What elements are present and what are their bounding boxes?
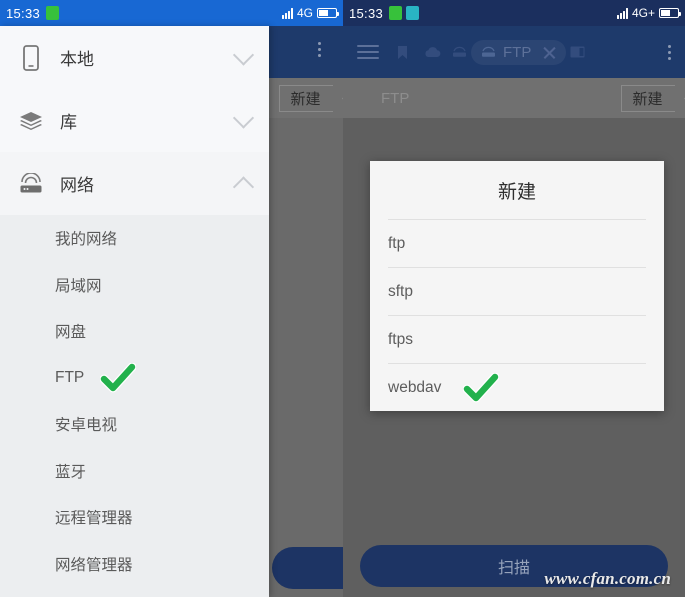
battery-icon — [317, 8, 339, 18]
tab-icon-strip — [397, 45, 467, 59]
list-item-label: 局域网 — [55, 277, 102, 295]
dialog-option-webdav[interactable]: webdav — [370, 364, 664, 411]
dialog-option-label: webdav — [388, 378, 442, 396]
list-item[interactable]: 远程管理器 — [0, 494, 269, 541]
overflow-menu-icon[interactable] — [668, 44, 671, 60]
qr-teal-icon — [406, 6, 420, 20]
drawer-group-label: 网络 — [60, 176, 94, 195]
router-icon — [16, 172, 46, 195]
dialog-title: 新建 — [497, 181, 536, 203]
left-status-right: 4G — [281, 6, 339, 20]
right-app-bar: FTP — [343, 26, 685, 78]
list-item[interactable]: 网络管理器 — [0, 541, 269, 588]
list-item[interactable]: 网盘 — [0, 308, 269, 355]
tab-ftp[interactable]: FTP — [471, 39, 567, 65]
dialog-option-label: ftp — [388, 234, 406, 252]
list-item[interactable]: 局域网 — [0, 262, 269, 309]
left-network-label: 4G — [296, 6, 313, 20]
chevron-down-icon — [232, 106, 255, 129]
chevron-up-icon — [232, 175, 255, 198]
breadcrumb[interactable]: FTP — [381, 90, 409, 107]
window-icon[interactable] — [570, 45, 586, 59]
shield-green-icon — [46, 6, 60, 20]
tab-ftp-label: FTP — [503, 43, 532, 61]
right-status-bar: 15:33 4G+ — [343, 0, 685, 26]
drawer-group-label: 库 — [60, 113, 77, 132]
check-mark-icon — [99, 362, 137, 393]
list-item-label: 网盘 — [55, 324, 87, 342]
layers-icon — [16, 111, 46, 131]
new-button[interactable]: 新建 — [621, 85, 675, 112]
hamburger-menu-icon[interactable] — [357, 45, 379, 59]
battery-icon — [659, 8, 681, 18]
new-button[interactable]: 新建 — [279, 85, 333, 112]
close-icon[interactable] — [542, 45, 557, 60]
right-network-label: 4G+ — [631, 6, 655, 20]
overflow-menu-icon[interactable] — [318, 42, 321, 57]
new-connection-dialog: 新建 ftp sftp ftps webdav — [370, 161, 664, 411]
list-item-label: 网络管理器 — [55, 556, 133, 574]
router-icon — [480, 45, 496, 59]
left-phone-screen: 15:33 4G 新建 本地 库 网络 我的网络 局域网 网盘 FTP 安卓电视… — [0, 0, 343, 597]
cloud-icon[interactable] — [424, 45, 441, 59]
list-item-ftp[interactable]: FTP — [0, 355, 269, 402]
right-breadcrumb-bar: FTP 新建 — [343, 78, 685, 118]
list-item[interactable]: 快传 — [0, 587, 269, 597]
scan-button-label: 扫描 — [497, 560, 530, 577]
dialog-option-label: sftp — [388, 282, 413, 300]
drawer-group-library[interactable]: 库 — [0, 89, 269, 152]
drawer-group-local[interactable]: 本地 — [0, 26, 269, 89]
navigation-drawer: 本地 库 网络 我的网络 局域网 网盘 FTP 安卓电视 蓝牙 远程管理器 网络… — [0, 26, 269, 597]
network-items-list: 我的网络 局域网 网盘 FTP 安卓电视 蓝牙 远程管理器 网络管理器 — [0, 215, 269, 597]
dialog-option-sftp[interactable]: sftp — [370, 268, 664, 315]
right-status-right: 4G+ — [616, 6, 681, 20]
dual-screenshot: 15:33 4G 新建 本地 库 网络 我的网络 局域网 网盘 FTP 安卓电视… — [0, 0, 685, 597]
list-item-label: 远程管理器 — [55, 510, 133, 528]
phone-icon — [16, 44, 46, 71]
list-item[interactable]: 我的网络 — [0, 215, 269, 262]
list-item-label: FTP — [55, 368, 85, 386]
list-item[interactable]: 蓝牙 — [0, 448, 269, 495]
dialog-option-label: ftps — [388, 330, 413, 348]
shield-green-icon — [389, 6, 403, 20]
right-phone-screen: 15:33 4G+ FTP FTP 新建 扫描 www.cfan.com.cn … — [343, 0, 685, 597]
router-icon[interactable] — [451, 45, 467, 59]
list-item-label: 蓝牙 — [55, 463, 87, 481]
list-item-label: 我的网络 — [55, 231, 118, 249]
check-mark-icon — [462, 372, 500, 403]
signal-icon — [281, 7, 293, 19]
list-item-label: 安卓电视 — [55, 417, 118, 435]
left-bottom-button[interactable] — [272, 547, 343, 589]
dialog-option-ftps[interactable]: ftps — [370, 316, 664, 363]
list-item[interactable]: 安卓电视 — [0, 401, 269, 448]
signal-icon — [616, 7, 628, 19]
drawer-group-label: 本地 — [60, 50, 94, 69]
left-status-bar: 15:33 4G — [0, 0, 343, 26]
dialog-option-ftp[interactable]: ftp — [370, 220, 664, 267]
bookmark-icon[interactable] — [397, 45, 413, 59]
right-status-time: 15:33 — [349, 5, 384, 21]
left-status-time: 15:33 — [6, 5, 41, 21]
drawer-group-network[interactable]: 网络 — [0, 152, 269, 215]
watermark: www.cfan.com.cn — [544, 569, 671, 588]
chevron-down-icon — [232, 43, 255, 66]
